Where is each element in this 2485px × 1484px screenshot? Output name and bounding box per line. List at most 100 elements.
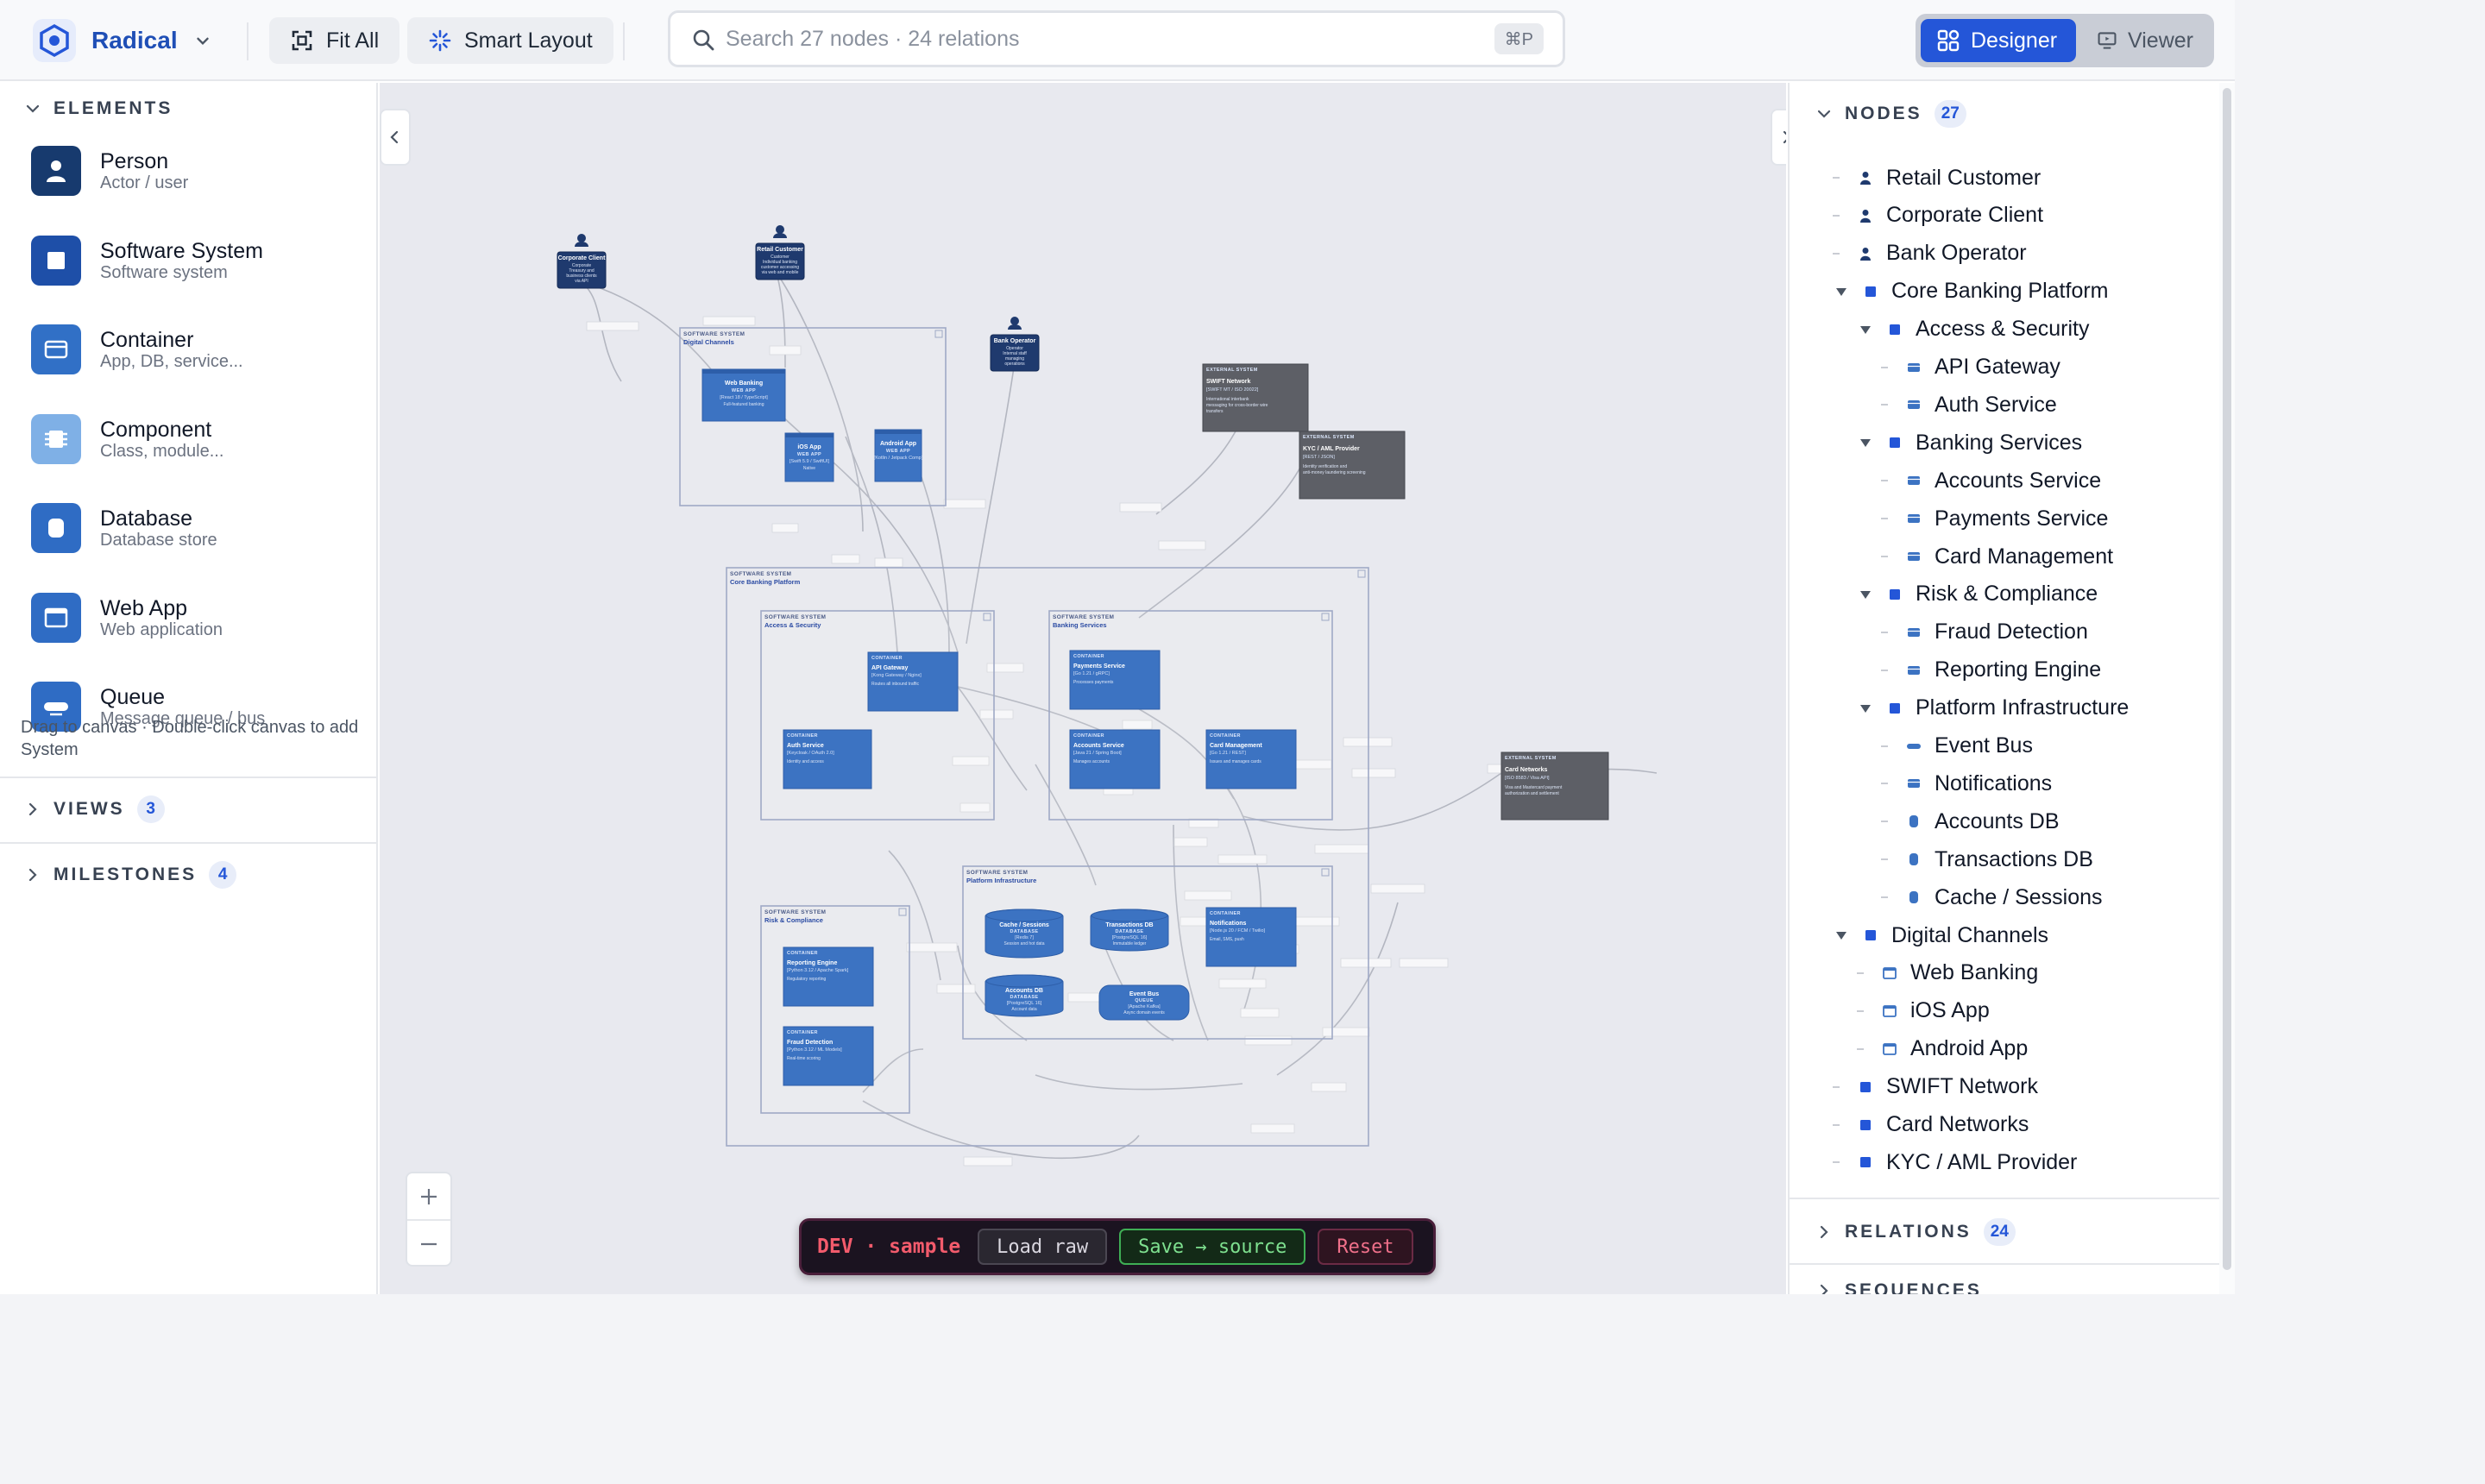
milestones-section-header[interactable]: MILESTONES 4 bbox=[24, 861, 237, 889]
container-desc: Email, SMS, push bbox=[1210, 937, 1244, 942]
tree-node-banking-services[interactable]: Banking Services bbox=[1857, 424, 2082, 462]
fit-all-button[interactable]: Fit All bbox=[269, 17, 400, 64]
tree-node-core-banking-platform[interactable]: Core Banking Platform bbox=[1833, 273, 2109, 311]
container-reporting-engine[interactable]: CONTAINER Reporting Engine [Python 3.12 / … bbox=[783, 946, 874, 1007]
container-android-app[interactable]: Android App WEB APP [Kotlin / Jetpack Comp… bbox=[874, 429, 923, 482]
palette-item-component[interactable]: Component Class, module... bbox=[31, 405, 359, 474]
zoom-out-button[interactable] bbox=[407, 1221, 450, 1267]
palette-item-web-app[interactable]: Web App Web application bbox=[31, 583, 359, 652]
tree-node-access-security[interactable]: Access & Security bbox=[1857, 311, 2089, 349]
save-to-source-button[interactable]: Save → source bbox=[1119, 1229, 1306, 1265]
container-accounts-db[interactable]: Accounts DBDATABASE[PostgreSQL 16]Accoun… bbox=[985, 974, 1064, 1017]
palette-item-database[interactable]: Database Database store bbox=[31, 494, 359, 563]
tree-node-card-management[interactable]: Card Management bbox=[1881, 538, 2113, 575]
caret-down-icon[interactable] bbox=[1857, 700, 1874, 717]
external-swift-network[interactable]: EXTERNAL SYSTEM SWIFT Network [SWIFT MT / … bbox=[1202, 363, 1309, 432]
palette-item-container[interactable]: Container App, DB, service... bbox=[31, 315, 359, 384]
zoom-in-button[interactable] bbox=[407, 1173, 450, 1219]
search-input[interactable] bbox=[726, 13, 1399, 65]
tree-node-risk-compliance[interactable]: Risk & Compliance bbox=[1857, 575, 2098, 613]
smart-layout-button[interactable]: Smart Layout bbox=[407, 17, 613, 64]
container-web-banking[interactable]: Web BankingWEB APP [React 18 / TypeScript… bbox=[701, 368, 786, 422]
container-payments-service[interactable]: CONTAINER Payments Service[Go 1.21 / gRPC… bbox=[1069, 650, 1161, 710]
external-card-networks[interactable]: EXTERNAL SYSTEM Card Networks [ISO 8583 / … bbox=[1500, 751, 1609, 821]
palette-item-person[interactable]: Person Actor / user bbox=[31, 136, 359, 205]
designer-mode-label: Designer bbox=[1971, 28, 2058, 53]
views-title: VIEWS bbox=[53, 799, 125, 819]
tree-node-cache-sessions[interactable]: Cache / Sessions bbox=[1881, 878, 2103, 916]
external-tech: [REST / JSON] bbox=[1303, 455, 1335, 460]
tree-node-swift-network[interactable]: SWIFT Network bbox=[1833, 1068, 2038, 1106]
person-retail-customer[interactable]: Retail CustomerCustomerIndividual bankin… bbox=[755, 225, 805, 280]
views-section-header[interactable]: VIEWS 3 bbox=[24, 795, 165, 823]
tree-node-corporate-client[interactable]: Corporate Client bbox=[1833, 197, 2043, 235]
caret-down-icon[interactable] bbox=[1857, 321, 1874, 338]
person-bank-operator[interactable]: Bank OperatorOperatorInternal staffmanag… bbox=[990, 317, 1040, 372]
palette-item-software-system[interactable]: Software System Software system bbox=[31, 226, 359, 295]
reset-button[interactable]: Reset bbox=[1318, 1229, 1413, 1265]
external-desc-line: Identity verification and bbox=[1303, 464, 1347, 469]
mode-toggle: Designer Viewer bbox=[1916, 14, 2214, 67]
tree-leaf-marker bbox=[1881, 821, 1888, 823]
tree-node-auth-service[interactable]: Auth Service bbox=[1881, 386, 2057, 424]
tree-node-digital-channels[interactable]: Digital Channels bbox=[1833, 916, 2048, 954]
external-kyc-aml-provider[interactable]: EXTERNAL SYSTEM KYC / AML Provider [REST /… bbox=[1299, 431, 1406, 500]
tree-node-notifications[interactable]: Notifications bbox=[1881, 764, 2052, 802]
designer-mode-button[interactable]: Designer bbox=[1921, 19, 2076, 62]
caret-down-icon[interactable] bbox=[1833, 927, 1850, 944]
nodes-count-badge: 27 bbox=[1934, 100, 1966, 128]
caret-down-icon[interactable] bbox=[1833, 283, 1850, 300]
nodes-section-header[interactable]: NODES 27 bbox=[1815, 100, 1966, 128]
container-event-bus[interactable]: Event BusQUEUE[Apache Kafka]Async domain… bbox=[1098, 984, 1190, 1021]
container-transactions-db[interactable]: Transactions DBDATABASE[PostgreSQL 16]Im… bbox=[1090, 909, 1169, 952]
container-card-management[interactable]: CONTAINER Card Management [Go 1.21 / REST]… bbox=[1205, 729, 1297, 789]
tree-node-api-gateway[interactable]: API Gateway bbox=[1881, 349, 2060, 387]
architecture-diagram[interactable]: SOFTWARE SYSTEMDigital ChannelsSOFTWARE … bbox=[380, 83, 1786, 1294]
tree-node-payments-service[interactable]: Payments Service bbox=[1881, 500, 2108, 538]
container-ios-app[interactable]: iOS App WEB APP [Swift 5.9 / SwiftUI] Nativ… bbox=[784, 432, 834, 482]
tree-node-reporting-engine[interactable]: Reporting Engine bbox=[1881, 651, 2101, 689]
project-switcher[interactable]: Radical bbox=[33, 19, 212, 62]
collapse-left-panel-button[interactable] bbox=[380, 109, 411, 166]
person-node-icon bbox=[1857, 245, 1874, 262]
relations-count-badge: 24 bbox=[1983, 1218, 2016, 1246]
caret-down-icon[interactable] bbox=[1857, 586, 1874, 603]
tree-node-web-banking[interactable]: Web Banking bbox=[1857, 954, 2038, 992]
boundary-type: SOFTWARE SYSTEM bbox=[683, 331, 745, 337]
container-tech: [Kotlin / Jetpack Comp] bbox=[874, 456, 923, 461]
container-cache-sessions[interactable]: Cache / SessionsDATABASE[Redis 7]Session… bbox=[985, 909, 1064, 959]
container-node-icon bbox=[1905, 548, 1922, 565]
tree-node-android-app[interactable]: Android App bbox=[1857, 1030, 2028, 1068]
system-node-icon bbox=[1857, 1078, 1874, 1096]
right-scrollbar-thumb[interactable] bbox=[2223, 88, 2231, 1270]
container-auth-service[interactable]: CONTAINER Auth Service [Keycloak / OAuth 2… bbox=[783, 729, 872, 789]
tree-node-transactions-db[interactable]: Transactions DB bbox=[1881, 840, 2093, 878]
tree-node-bank-operator[interactable]: Bank Operator bbox=[1833, 235, 2027, 273]
caret-down-icon[interactable] bbox=[1857, 434, 1874, 451]
tree-node-card-networks[interactable]: Card Networks bbox=[1833, 1106, 2029, 1144]
tree-node-retail-customer[interactable]: Retail Customer bbox=[1833, 159, 2041, 197]
relations-section-header[interactable]: RELATIONS 24 bbox=[1815, 1218, 2016, 1246]
external-name: KYC / AML Provider bbox=[1303, 446, 1360, 452]
person-corporate-client[interactable]: Corporate ClientCorporateTreasury andbus… bbox=[557, 234, 607, 289]
container-fraud-detection[interactable]: CONTAINER Fraud Detection[Python 3.12 / M… bbox=[783, 1026, 874, 1086]
tree-node-platform-infrastructure[interactable]: Platform Infrastructure bbox=[1857, 689, 2129, 727]
tree-node-ios-app[interactable]: iOS App bbox=[1857, 992, 1990, 1030]
tree-node-accounts-service[interactable]: Accounts Service bbox=[1881, 462, 2101, 500]
sequences-section-header[interactable]: SEQUENCES bbox=[1815, 1280, 1982, 1294]
container-api-gateway[interactable]: CONTAINER API Gateway [Kong Gateway / Ngin… bbox=[867, 651, 959, 712]
collapse-right-panel-button[interactable] bbox=[1771, 109, 1786, 166]
elements-section-header[interactable]: ELEMENTS bbox=[24, 98, 173, 119]
tree-node-fraud-detection[interactable]: Fraud Detection bbox=[1881, 613, 2088, 651]
tree-node-label: SWIFT Network bbox=[1886, 1074, 2038, 1099]
container-type: CONTAINER bbox=[1210, 733, 1241, 739]
palette-item-subtitle: Web application bbox=[100, 619, 223, 639]
load-raw-button[interactable]: Load raw bbox=[978, 1229, 1108, 1265]
diagram-canvas[interactable]: SOFTWARE SYSTEM Digital Channels SOFTWARE … bbox=[380, 83, 1786, 1294]
container-notifications[interactable]: CONTAINER Notifications[Node.js 20 / FCM … bbox=[1205, 907, 1297, 967]
tree-node-kyc-aml-provider[interactable]: KYC / AML Provider bbox=[1833, 1143, 2077, 1181]
viewer-mode-button[interactable]: Viewer bbox=[2081, 19, 2209, 62]
tree-node-event-bus[interactable]: Event Bus bbox=[1881, 727, 2033, 765]
tree-node-accounts-db[interactable]: Accounts DB bbox=[1881, 802, 2060, 840]
container-accounts-service[interactable]: CONTAINER Accounts Service [Java 21 / Spri… bbox=[1069, 729, 1161, 789]
